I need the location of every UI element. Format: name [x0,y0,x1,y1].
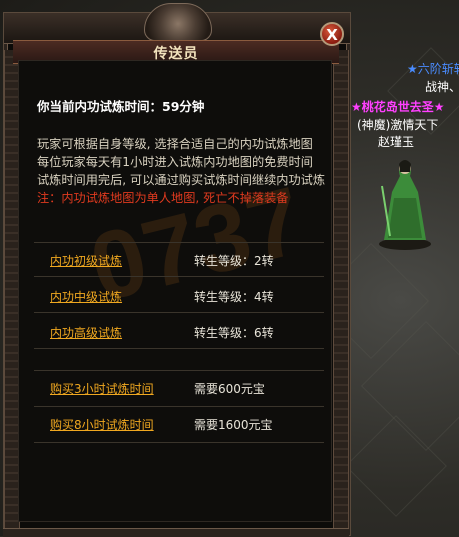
dialog-right-border [333,50,349,528]
warning-note: 注：内功试炼地图为单人地图, 死亡不掉落装备 [37,191,289,205]
battle-god-label: 战神、 [425,80,459,94]
trial-intermediate-link[interactable]: 内功中级试炼 [50,288,122,305]
description-line-2: 每位玩家每天有1小时进入试炼内功地图的免费时间 [37,155,313,169]
trial-advanced-link[interactable]: 内功高级试炼 [50,324,122,341]
divider [34,406,324,407]
description-line-1: 玩家可根据自身等级, 选择合适自己的内功试炼地图 [37,137,313,151]
divider [34,442,324,443]
trial-intermediate-requirement: 转生等级：4转 [194,290,274,304]
trial-advanced-requirement: 转生等级：6转 [194,326,274,340]
player-name-label[interactable]: 赵瑾玉 [378,135,414,149]
player-title-label: ★桃花岛世去圣★ [351,100,445,114]
guild-tag-label: ★六阶斩轩 [407,62,459,76]
close-button[interactable]: X [320,22,344,46]
dialog-emblem-icon [144,3,212,41]
player-character-sprite[interactable] [374,152,436,250]
trial-beginner-requirement: 转生等级：2转 [194,254,274,268]
trial-time-heading: 你当前内功试炼时间：59分钟 [37,99,205,114]
divider [34,348,324,349]
trial-beginner-link[interactable]: 内功初级试炼 [50,252,122,269]
divider [34,312,324,313]
divider [34,242,324,243]
buy-8-hours-cost: 需要1600元宝 [194,418,273,432]
buy-8-hours-link[interactable]: 购买8小时试炼时间 [50,416,154,433]
buy-3-hours-cost: 需要600元宝 [194,382,265,396]
divider [34,276,324,277]
buy-3-hours-link[interactable]: 购买3小时试炼时间 [50,380,154,397]
description-line-3: 试炼时间用完后, 可以通过购买试炼时间继续内功试炼 [37,173,326,187]
faction-label: (神魔)激情天下 [357,118,439,132]
divider [34,370,324,371]
